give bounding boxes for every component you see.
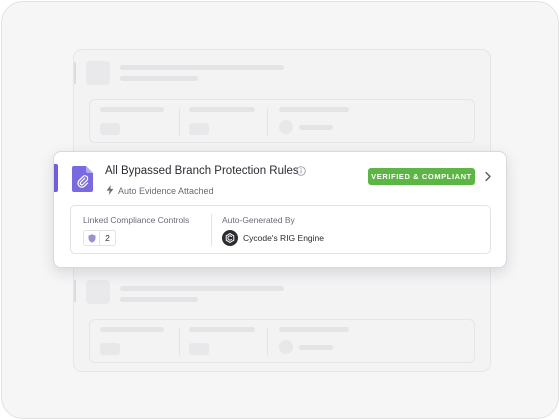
placeholder-details	[89, 99, 475, 143]
placeholder-line	[100, 107, 164, 112]
placeholder-line	[279, 107, 349, 112]
placeholder-divider	[179, 328, 180, 356]
placeholder-chip	[100, 343, 120, 355]
linked-controls-label: Linked Compliance Controls	[83, 215, 190, 225]
cycode-logo-mark	[225, 233, 235, 243]
placeholder-details	[89, 319, 475, 363]
linked-controls-chip[interactable]: 2	[83, 230, 116, 246]
placeholder-line	[189, 107, 255, 112]
placeholder-accent	[74, 62, 76, 84]
linked-controls-count: 2	[105, 233, 110, 243]
chevron-right-icon[interactable]	[484, 171, 492, 182]
bolt-icon	[106, 185, 114, 195]
placeholder-icon	[86, 280, 110, 304]
evidence-subtitle: Auto Evidence Attached	[118, 186, 214, 196]
card-accent-bar	[54, 164, 58, 192]
shield-icon	[88, 233, 95, 243]
status-badge: VERIFIED & COMPLIANT	[368, 168, 475, 185]
placeholder-subtitle-line	[120, 76, 198, 81]
info-icon[interactable]	[296, 166, 306, 176]
placeholder-line	[299, 125, 333, 130]
placeholder-divider	[179, 108, 180, 136]
placeholder-line	[100, 327, 164, 332]
evidence-details-panel: Linked Compliance Controls 2 Auto-Genera…	[70, 205, 491, 254]
placeholder-line	[279, 327, 349, 332]
auto-generated-label: Auto-Generated By	[222, 215, 295, 225]
placeholder-subtitle-line	[120, 297, 198, 302]
placeholder-divider	[267, 328, 268, 356]
placeholder-line	[299, 345, 333, 350]
placeholder-title-line	[120, 286, 284, 291]
evidence-subtitle-row: Auto Evidence Attached	[106, 181, 214, 199]
placeholder-icon	[86, 61, 110, 85]
paperclip-document-icon	[72, 166, 93, 192]
placeholder-avatar	[279, 340, 293, 354]
engine-name: Cycode's RIG Engine	[243, 233, 324, 243]
shield-cell	[84, 231, 100, 245]
placeholder-chip	[100, 123, 120, 135]
details-divider	[211, 214, 212, 246]
placeholder-title-line	[120, 65, 284, 70]
placeholder-chip	[189, 343, 209, 355]
cycode-logo-icon	[222, 230, 238, 246]
placeholder-line	[189, 327, 255, 332]
placeholder-chip	[189, 123, 209, 135]
placeholder-avatar	[279, 120, 293, 134]
placeholder-accent	[74, 280, 76, 302]
placeholder-divider	[267, 108, 268, 136]
evidence-card[interactable]: All Bypassed Branch Protection Rules Aut…	[53, 151, 507, 268]
placeholder-card-bottom	[73, 257, 491, 372]
evidence-title: All Bypassed Branch Protection Rules	[105, 165, 299, 177]
